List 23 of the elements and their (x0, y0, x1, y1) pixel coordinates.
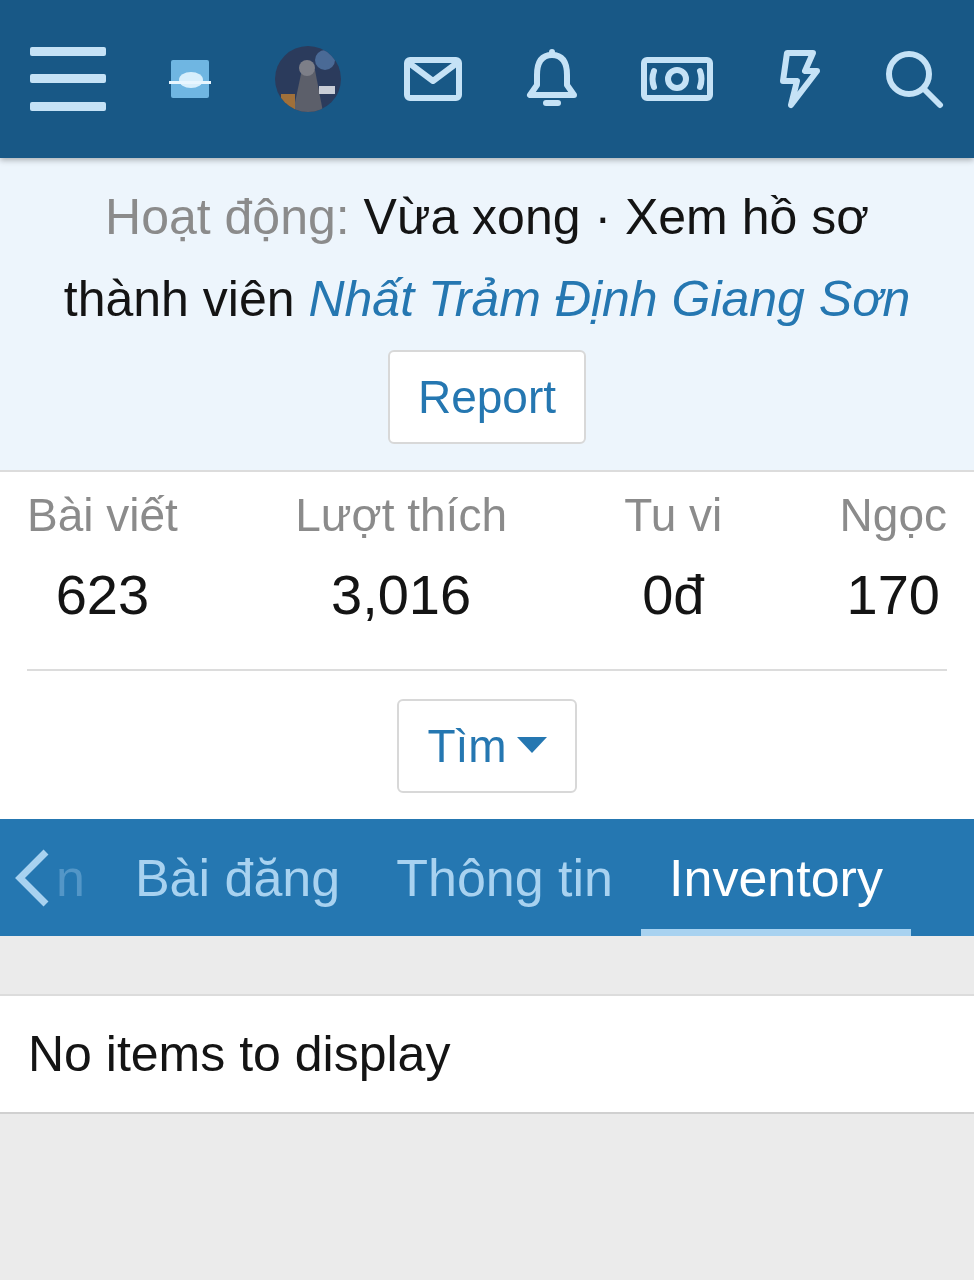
stat-label: Lượt thích (295, 488, 507, 542)
stat-value: 3,016 (331, 562, 472, 627)
empty-message: No items to display (28, 1025, 451, 1083)
stat-value: 170 (846, 562, 940, 627)
activity-text: Hoạt động: Vừa xong · Xem hồ sơ thành viên Nhất Trảm Định Giang Sơn (62, 188, 912, 329)
stat-value: 623 (55, 562, 150, 627)
stat-value: 0đ (642, 562, 705, 627)
banknote-icon[interactable] (641, 57, 714, 101)
search-icon[interactable] (883, 49, 944, 109)
tab[interactable]: Bài đăng (106, 819, 369, 936)
mail-icon[interactable] (404, 57, 463, 101)
stat-label: Tu vi (624, 488, 723, 542)
logo-icon[interactable] (169, 60, 212, 98)
menu-icon[interactable] (30, 47, 106, 111)
tab[interactable]: Thông tin (368, 819, 642, 936)
stat-label: Bài viết (27, 488, 178, 542)
member-link[interactable]: Nhất Trảm Định Giang Sơn (308, 271, 911, 327)
caret-icon (516, 737, 547, 755)
bell-icon[interactable] (525, 49, 578, 109)
tab[interactable]: Inventory (641, 819, 911, 936)
find-button[interactable]: Tìm (397, 699, 577, 793)
report-button[interactable]: Report (387, 350, 587, 444)
stat-label: Ngọc (839, 488, 947, 542)
